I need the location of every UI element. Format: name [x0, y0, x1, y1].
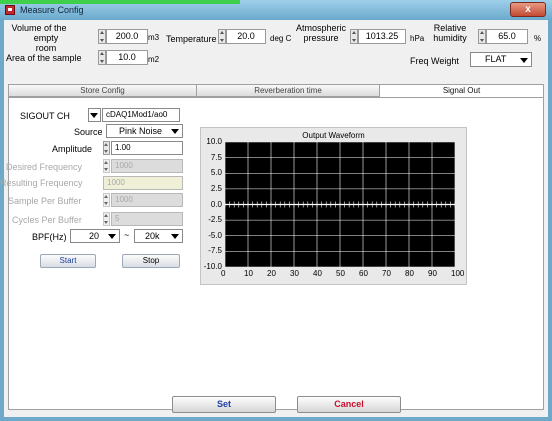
x-tick-label: 10 — [244, 269, 253, 278]
client-area: Volume of the empty room 200.0 m3 Area o… — [0, 20, 548, 417]
chart-title: Output Waveform — [302, 131, 365, 140]
freq-weight-value: FLAT — [485, 54, 507, 64]
spinner-icon[interactable] — [478, 29, 486, 44]
x-tick-label: 90 — [428, 269, 437, 278]
sample-per-buffer-spinner-icon — [103, 193, 110, 207]
amplitude-label: Amplitude — [52, 144, 93, 154]
pressure-label: Atmospheric pressure — [296, 23, 347, 43]
x-tick-label: 70 — [382, 269, 391, 278]
source-select[interactable]: Pink Noise — [106, 124, 183, 138]
area-field[interactable]: 10.0 — [98, 50, 148, 65]
freq-weight-select[interactable]: FLAT — [470, 52, 532, 67]
sample-per-buffer-field: 1000 — [111, 193, 183, 207]
y-tick-label: -10.0 — [203, 262, 222, 271]
title-glow — [0, 0, 240, 4]
volume-field[interactable]: 200.0 — [98, 29, 148, 44]
y-tick-label: 0.0 — [210, 199, 222, 209]
x-tick-label: 0 — [221, 269, 226, 278]
cycles-per-buffer-spinner-icon — [103, 212, 110, 226]
y-tick-label: 10.0 — [206, 137, 222, 146]
start-button[interactable]: Start — [40, 254, 96, 268]
pressure-field[interactable]: 1013.25 — [350, 29, 406, 44]
app-icon — [5, 5, 15, 15]
chevron-down-icon — [90, 113, 98, 118]
desired-frequency-field: 1000 — [111, 159, 183, 173]
source-label: Source — [74, 127, 103, 137]
x-tick-label: 40 — [313, 269, 322, 278]
freq-weight-label: Freq Weight — [410, 56, 459, 66]
title-bar[interactable]: Measure Config x — [0, 0, 552, 20]
y-tick-label: 7.5 — [210, 152, 222, 162]
spinner-icon[interactable] — [98, 29, 106, 44]
x-tick-label: 100 — [451, 269, 465, 278]
waveform-plot — [225, 142, 455, 267]
x-tick-label: 80 — [405, 269, 414, 278]
x-tick-label: 20 — [267, 269, 276, 278]
spinner-icon[interactable] — [350, 29, 358, 44]
pressure-value[interactable]: 1013.25 — [358, 29, 406, 44]
chevron-down-icon — [171, 129, 179, 134]
temperature-unit: deg C — [270, 34, 292, 43]
sigout-ch-field[interactable]: cDAQ1Mod1/ao0 — [102, 108, 180, 122]
y-tick-label: -7.5 — [208, 246, 222, 256]
resulting-frequency-field: 1000 — [103, 176, 183, 190]
bpf-low-value: 20 — [89, 231, 100, 241]
y-tick-label: -5.0 — [208, 230, 222, 240]
humidity-unit: % — [534, 34, 542, 43]
window-frame: Measure Config x Volume of the empty roo… — [0, 0, 552, 421]
area-label: Area of the sample — [6, 53, 82, 63]
x-tick-label: 30 — [290, 269, 299, 278]
chevron-down-icon — [520, 58, 528, 63]
volume-value[interactable]: 200.0 — [106, 29, 148, 44]
spinner-icon[interactable] — [98, 50, 106, 65]
bpf-high-select[interactable]: 20k — [134, 229, 183, 243]
sigout-ch-label: SIGOUT CH — [20, 111, 70, 121]
y-tick-label: 5.0 — [210, 168, 222, 178]
amplitude-spinner-icon[interactable] — [103, 141, 110, 155]
close-button[interactable]: x — [510, 2, 546, 17]
temperature-value[interactable]: 20.0 — [226, 29, 266, 44]
temperature-label: Temperature — [166, 34, 217, 44]
tab-store-config[interactable]: Store Config — [8, 84, 197, 97]
desired-frequency-label: Desired Frequency — [6, 162, 83, 172]
stop-button[interactable]: Stop — [122, 254, 180, 268]
sample-per-buffer-label: Sample Per Buffer — [8, 196, 82, 206]
pressure-unit: hPa — [410, 34, 425, 43]
amplitude-field[interactable]: 1.00 — [111, 141, 183, 155]
y-tick-label: -2.5 — [208, 215, 222, 225]
cycles-per-buffer-label: Cycles Per Buffer — [12, 215, 82, 225]
bpf-label: BPF(Hz) — [32, 232, 67, 242]
humidity-label: Relative humidity — [433, 23, 467, 43]
bpf-high-value: 20k — [145, 231, 160, 241]
set-button[interactable]: Set — [172, 396, 276, 413]
y-tick-label: 2.5 — [210, 183, 222, 193]
chevron-down-icon — [171, 234, 179, 239]
volume-label: Volume of the empty room — [11, 23, 67, 53]
temperature-field[interactable]: 20.0 — [218, 29, 266, 44]
humidity-field[interactable]: 65.0 — [478, 29, 528, 44]
sigout-ch-select[interactable] — [88, 108, 101, 122]
source-value: Pink Noise — [119, 126, 163, 136]
x-tick-label: 50 — [336, 269, 345, 278]
cycles-per-buffer-field: 5 — [111, 212, 183, 226]
spinner-icon[interactable] — [218, 29, 226, 44]
area-unit: m2 — [148, 55, 160, 64]
chevron-down-icon — [108, 234, 116, 239]
tab-strip: Store Config Reverberation time Signal O… — [8, 84, 544, 98]
tab-signal-out[interactable]: Signal Out — [379, 84, 544, 98]
humidity-value[interactable]: 65.0 — [486, 29, 528, 44]
cancel-button[interactable]: Cancel — [297, 396, 401, 413]
desired-frequency-spinner-icon — [103, 159, 110, 173]
area-value[interactable]: 10.0 — [106, 50, 148, 65]
x-tick-label: 60 — [359, 269, 368, 278]
bpf-low-select[interactable]: 20 — [70, 229, 120, 243]
resulting-frequency-label: Resulting Frequency — [0, 178, 83, 188]
volume-unit: m3 — [148, 33, 160, 42]
bpf-separator: ~ — [124, 230, 130, 240]
window-title: Measure Config — [20, 5, 84, 15]
tab-reverberation-time[interactable]: Reverberation time — [196, 84, 380, 97]
